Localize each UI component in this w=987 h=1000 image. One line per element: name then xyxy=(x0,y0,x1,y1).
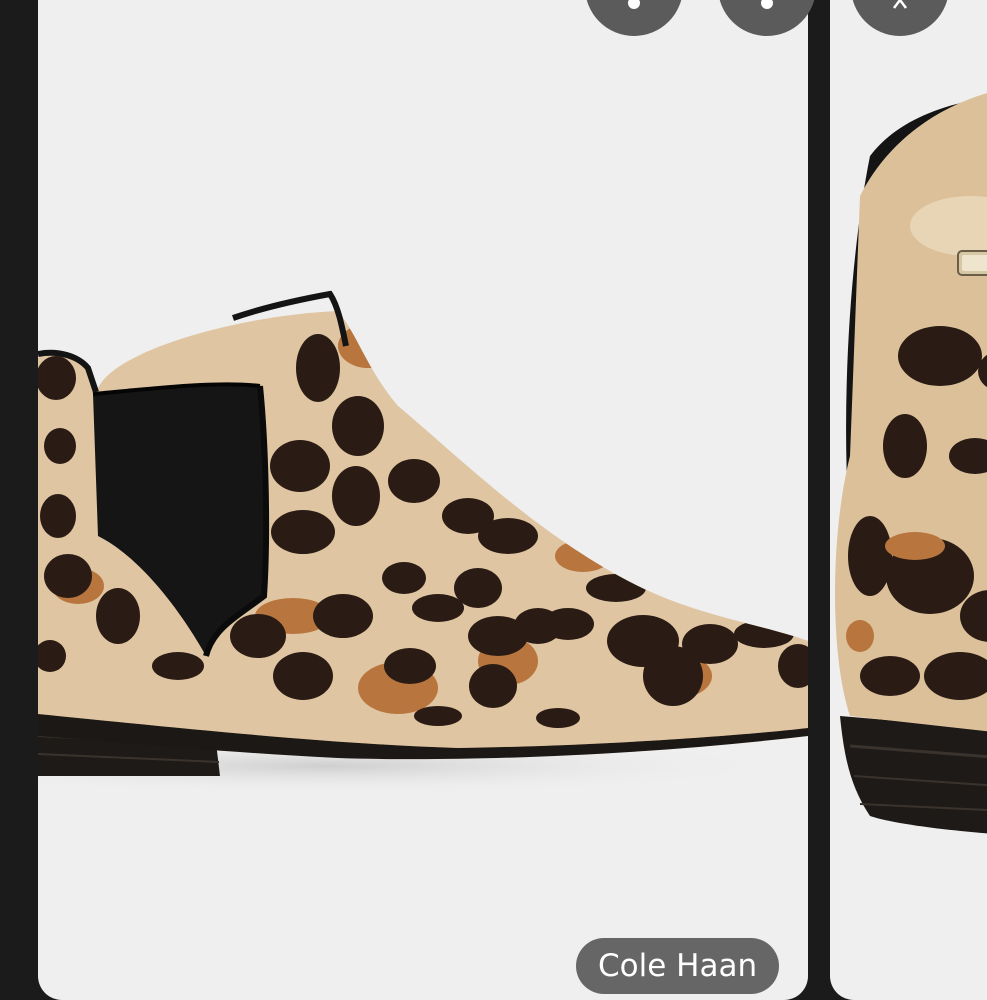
image-viewer: Cole Haan xyxy=(0,0,987,1000)
expand-icon xyxy=(893,0,907,9)
info-icon xyxy=(628,0,640,9)
product-image-card[interactable]: Cole Haan xyxy=(38,0,808,1000)
more-options-icon xyxy=(761,0,773,9)
leopard-boot-back-image xyxy=(835,86,987,834)
next-product-image-card[interactable] xyxy=(830,0,987,1000)
leopard-boot-image xyxy=(38,290,808,792)
brand-label-chip[interactable]: Cole Haan xyxy=(576,938,780,994)
